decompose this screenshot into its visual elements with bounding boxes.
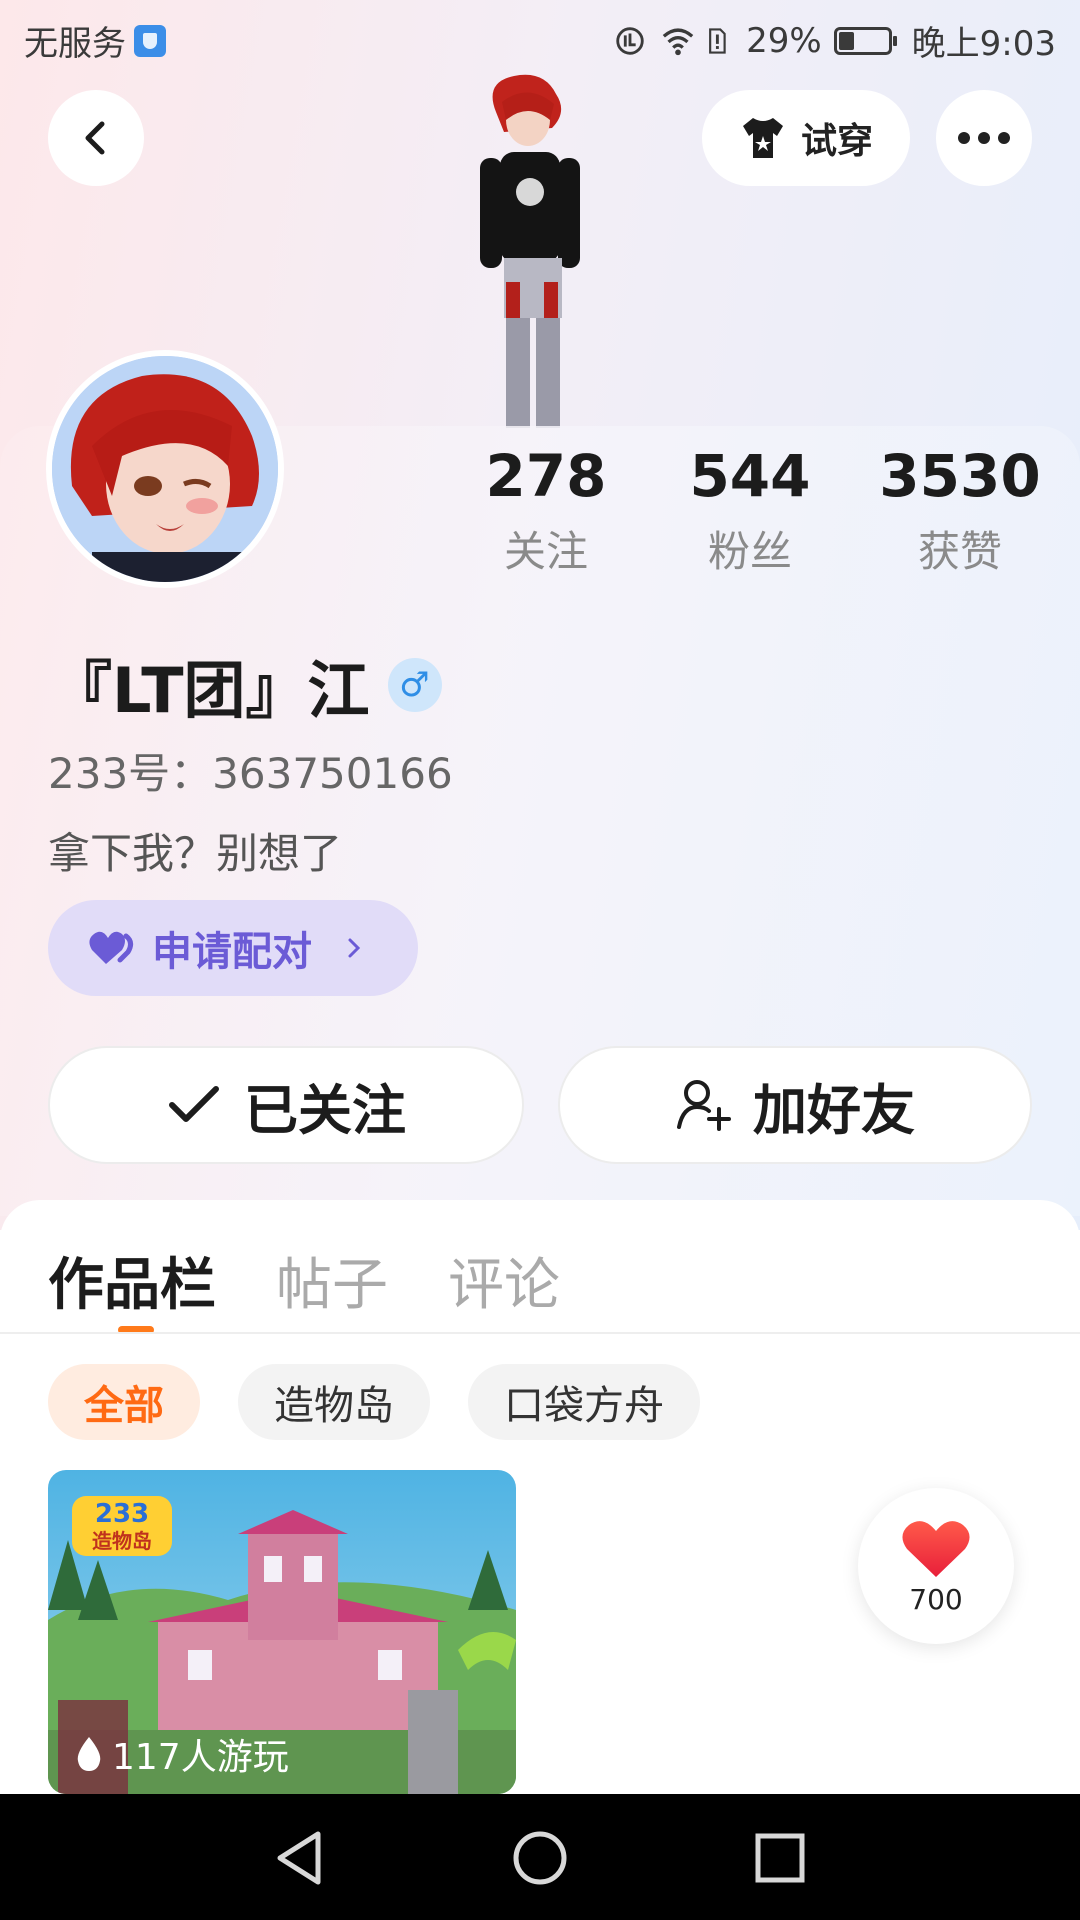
profile-avatar[interactable] [46, 350, 284, 588]
following-button[interactable]: 已关注 [48, 1046, 524, 1164]
data-saver-icon [616, 26, 644, 55]
battery-percent: 29% [746, 20, 822, 61]
play-count-label: 117人游玩 [112, 1737, 289, 1778]
more-button[interactable] [936, 90, 1032, 186]
filter-chip-creation-island[interactable]: 造物岛 [238, 1364, 430, 1440]
more-dots-icon [958, 132, 1010, 144]
battery-icon [833, 26, 897, 55]
filter-chip-all[interactable]: 全部 [48, 1364, 200, 1440]
male-gender-icon: ♂ [387, 658, 442, 712]
like-button[interactable]: 700 [858, 1488, 1014, 1644]
stat-fans[interactable]: 544 粉丝 [650, 440, 850, 579]
pair-request-button[interactable]: 申请配对 [48, 900, 418, 996]
heart-pair-icon [89, 931, 134, 964]
nav-home-icon[interactable] [508, 1826, 572, 1890]
game-card[interactable]: 233 造物岛 117人游玩 [48, 1470, 516, 1794]
nav-recents-icon[interactable] [748, 1826, 812, 1890]
flame-icon [77, 1737, 101, 1771]
avatar-character-figure[interactable] [444, 72, 604, 428]
game-logo-text: 造物岛 [92, 1529, 152, 1553]
filter-chip-pocket-ark[interactable]: 口袋方舟 [468, 1364, 700, 1440]
content-tabs: 作品栏 帖子 评论 [48, 1240, 560, 1321]
stat-label: 获赞 [917, 527, 1002, 576]
stat-label: 粉丝 [707, 527, 792, 576]
pair-request-label: 申请配对 [152, 929, 312, 975]
name-row: 『LT团』江 ♂ [50, 640, 442, 730]
user-name: 『LT团』江 [50, 654, 370, 727]
checkmark-icon [169, 1086, 219, 1122]
user-id[interactable]: 233号：363750166 [48, 740, 453, 801]
back-button[interactable] [48, 90, 144, 186]
following-label: 已关注 [244, 1078, 406, 1142]
heart-icon [902, 1520, 970, 1577]
carrier-status: 无服务 [24, 24, 126, 64]
add-friend-button[interactable]: 加好友 [558, 1046, 1032, 1164]
try-on-button[interactable]: 试穿 [702, 90, 910, 186]
sim-alert-icon [709, 27, 726, 54]
tab-works[interactable]: 作品栏 [48, 1240, 216, 1321]
status-bar: 无服务 29% 晚上9:03 [0, 0, 1080, 76]
stat-value: 544 [689, 442, 811, 510]
user-bio: 拿下我？别想了 [48, 829, 343, 878]
filter-chips: 全部 造物岛 口袋方舟 [48, 1364, 700, 1440]
tab-posts[interactable]: 帖子 [276, 1240, 388, 1321]
chevron-left-icon [85, 121, 105, 155]
stat-label: 关注 [503, 527, 588, 576]
tabs-divider [0, 1332, 1080, 1334]
clock: 晚上9:03 [911, 24, 1056, 64]
add-user-icon [677, 1080, 731, 1131]
wifi-icon [662, 27, 694, 55]
stat-value: 3530 [879, 442, 1041, 510]
stat-value: 278 [485, 442, 607, 510]
security-shield-icon [134, 24, 166, 57]
try-on-label: 试穿 [800, 121, 873, 162]
tab-comments[interactable]: 评论 [448, 1240, 560, 1321]
system-nav-bar [0, 1794, 1080, 1920]
play-count: 117人游玩 [74, 1728, 289, 1780]
nav-back-icon[interactable] [268, 1826, 332, 1890]
tshirt-icon [742, 118, 783, 158]
like-count: 700 [909, 1582, 963, 1616]
add-friend-label: 加好友 [753, 1078, 915, 1142]
stat-likes[interactable]: 3530 获赞 [860, 440, 1060, 579]
chevron-right-icon [348, 938, 361, 958]
stat-following[interactable]: 278 关注 [446, 440, 646, 579]
game-logo-number: 233 [95, 1499, 149, 1529]
